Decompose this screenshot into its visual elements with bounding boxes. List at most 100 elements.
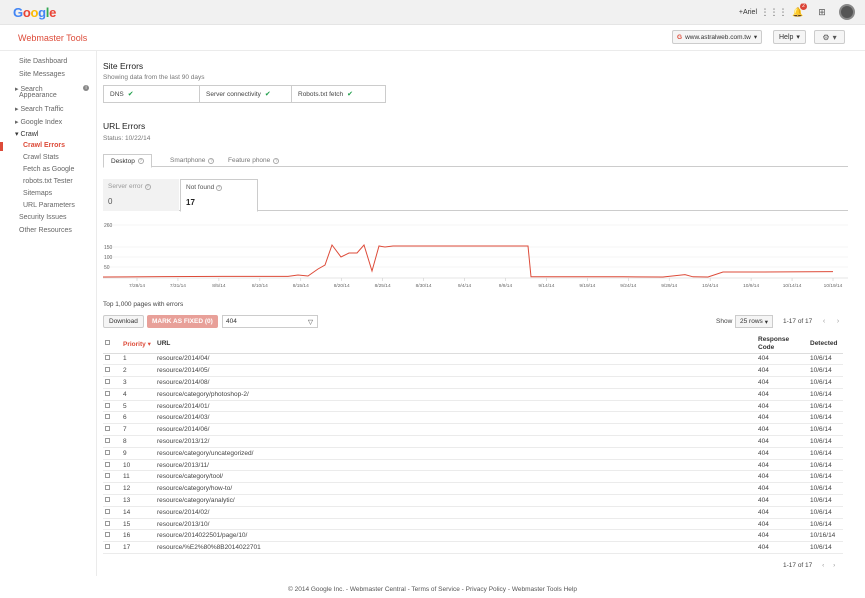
user-name-link[interactable]: +Ariel [739,9,757,16]
row-select-cell[interactable] [103,447,123,460]
response-filter-input[interactable]: 404 ▽ [222,315,318,328]
sidebar-item-search-traffic[interactable]: ▸ Search Traffic [15,105,64,113]
table-row[interactable]: 17 resource/%E2%80%8B2014022701 404 10/6/14 [103,541,843,555]
site-selector[interactable]: G www.astralweb.com.tw ▾ [672,30,763,44]
sidebar-item-crawl[interactable]: ▾ Crawl [15,130,38,138]
row-select-cell[interactable] [103,411,123,425]
dns-status[interactable]: DNS ✔ [104,86,200,102]
table-row[interactable]: 13 resource/category/analytic/404 10/6/14 [103,494,843,507]
url-cell[interactable]: resource/category/analytic/ [157,494,758,507]
sidebar-item-search-appearance-line2[interactable]: Appearance [19,92,57,99]
sidebar-item-crawl-errors[interactable]: Crawl Errors [23,142,65,149]
row-select-cell[interactable] [103,494,123,507]
url-cell[interactable]: resource/2014022501/page/10/ [157,529,758,543]
tab-feature-phone[interactable]: Feature phone? [228,154,280,167]
url-cell[interactable]: resource/2013/11/ [157,459,758,472]
prev-page-icon[interactable]: ‹ [819,315,829,328]
table-row[interactable]: 5 resource/2014/01/404 10/6/14 [103,400,843,413]
sidebar-item-sitemaps[interactable]: Sitemaps [23,190,52,197]
url-cell[interactable]: resource/2014/06/ [157,423,758,437]
row-checkbox[interactable] [105,378,110,384]
app-title[interactable]: Webmaster Tools [18,33,87,43]
url-header[interactable]: URL [157,335,758,354]
help-icon[interactable]: ? [208,157,215,164]
row-checkbox[interactable] [105,426,110,432]
card-not-found[interactable]: Not found ? 17 [180,179,258,212]
sidebar-item-robots-tester[interactable]: robots.txt Tester [23,178,73,185]
sidebar-item-site-dashboard[interactable]: Site Dashboard [19,58,67,65]
row-select-cell[interactable] [103,376,123,389]
url-cell[interactable]: resource/category/how-to/ [157,482,758,496]
row-select-cell[interactable] [103,541,123,555]
next-page-icon[interactable]: › [833,315,843,328]
robots-fetch-status[interactable]: Robots.txt fetch ✔ [292,86,385,102]
priority-header[interactable]: Priority ▾ [123,335,157,354]
sidebar-item-url-parameters[interactable]: URL Parameters [23,202,75,209]
row-select-cell[interactable] [103,529,123,543]
response-code-header[interactable]: Response Code [758,335,810,354]
tab-smartphone[interactable]: Smartphone? [170,154,215,167]
row-select-cell[interactable] [103,506,123,519]
row-select-cell[interactable] [103,423,123,437]
url-cell[interactable]: resource/2014/08/ [157,376,758,389]
help-icon[interactable]: ? [137,158,144,164]
url-cell[interactable]: resource/2014/04/ [157,353,758,366]
sidebar-item-crawl-stats[interactable]: Crawl Stats [23,154,59,161]
row-checkbox[interactable] [105,402,110,408]
url-cell[interactable]: resource/2014/05/ [157,364,758,378]
select-all-checkbox[interactable] [105,340,110,346]
table-row[interactable]: 2 resource/2014/05/404 10/6/14 [103,364,843,378]
next-page-icon[interactable]: › [833,562,835,569]
rows-per-page-select[interactable]: 25 rows ▾ [735,315,774,328]
apps-grid-icon[interactable]: ⋮⋮⋮ [761,5,788,19]
url-cell[interactable]: resource/category/uncategorized/ [157,447,758,460]
table-row[interactable]: 3 resource/2014/08/404 10/6/14 [103,376,843,389]
avatar[interactable] [839,4,855,20]
table-row[interactable]: 6 resource/2014/03/404 10/6/14 [103,411,843,425]
table-row[interactable]: 1 resource/2014/04/404 10/6/14 [103,353,843,366]
row-checkbox[interactable] [105,520,110,526]
url-cell[interactable]: resource/2013/12/ [157,435,758,448]
table-row[interactable]: 7 resource/2014/06/404 10/6/14 [103,423,843,437]
sidebar-item-other-resources[interactable]: Other Resources [19,227,72,234]
prev-page-icon[interactable]: ‹ [822,562,824,569]
row-select-cell[interactable] [103,435,123,448]
sidebar-item-security-issues[interactable]: Security Issues [19,214,66,221]
table-row[interactable]: 11 resource/category/tool/404 10/6/14 [103,470,843,484]
table-row[interactable]: 15 resource/2013/10/404 10/6/14 [103,518,843,531]
notifications-icon[interactable]: 🔔 2 [791,3,807,19]
row-select-cell[interactable] [103,482,123,496]
settings-button[interactable]: ⚙ ▾ [814,30,845,44]
row-checkbox[interactable] [105,355,110,361]
url-cell[interactable]: resource/2014/01/ [157,400,758,413]
row-select-cell[interactable] [103,353,123,366]
row-checkbox[interactable] [105,508,110,514]
info-icon[interactable]: i [83,85,89,91]
help-button[interactable]: Help ▾ [773,30,806,44]
row-select-cell[interactable] [103,388,123,401]
row-checkbox[interactable] [105,485,110,491]
card-server-error[interactable]: Server error ? 0 [103,179,179,211]
sidebar-item-site-messages[interactable]: Site Messages [19,71,65,78]
mark-as-fixed-button[interactable]: MARK AS FIXED (0) [147,315,218,328]
detected-header[interactable]: Detected [810,335,843,354]
table-row[interactable]: 4 resource/category/photoshop-2/404 10/6/1… [103,388,843,401]
row-select-cell[interactable] [103,400,123,413]
sidebar-item-google-index[interactable]: ▸ Google Index [15,118,62,126]
row-checkbox[interactable] [105,367,110,373]
table-row[interactable]: 12 resource/category/how-to/404 10/6/14 [103,482,843,496]
select-all-header[interactable] [103,335,123,354]
url-cell[interactable]: resource/%E2%80%8B2014022701 [157,541,758,555]
help-icon[interactable]: ? [216,185,222,191]
help-icon[interactable]: ? [144,184,151,190]
row-checkbox[interactable] [105,414,110,420]
table-row[interactable]: 10 resource/2013/11/404 10/6/14 [103,459,843,472]
row-checkbox[interactable] [105,473,110,479]
server-connectivity-status[interactable]: Server connectivity ✔ [200,86,292,102]
url-cell[interactable]: resource/category/tool/ [157,470,758,484]
url-cell[interactable]: resource/2013/10/ [157,518,758,531]
table-row[interactable]: 9 resource/category/uncategorized/404 10/6… [103,447,843,460]
url-cell[interactable]: resource/2014/03/ [157,411,758,425]
row-checkbox[interactable] [105,532,110,538]
table-row[interactable]: 16 resource/2014022501/page/10/404 10/16/1… [103,529,843,543]
